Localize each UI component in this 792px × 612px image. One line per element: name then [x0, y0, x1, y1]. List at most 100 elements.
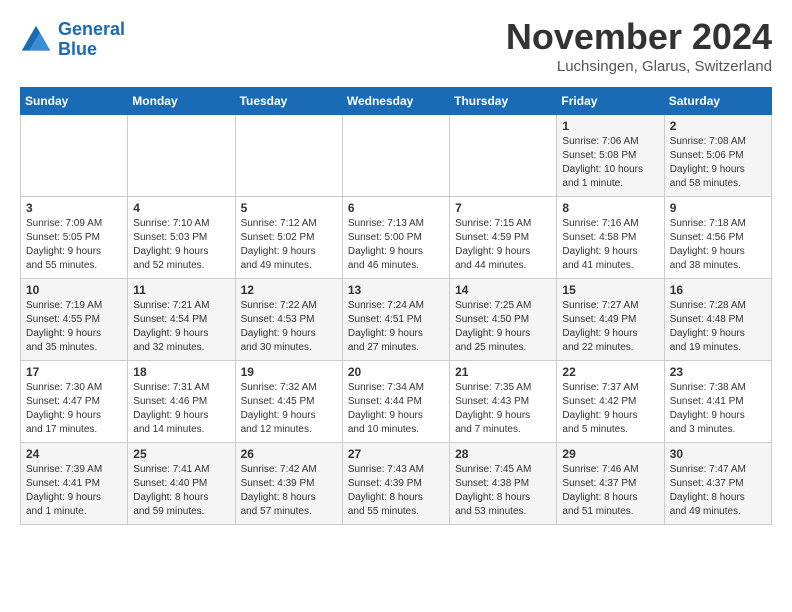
col-wednesday: Wednesday: [342, 88, 449, 115]
day-info: Sunrise: 7:45 AM Sunset: 4:38 PM Dayligh…: [455, 463, 551, 519]
location: Luchsingen, Glarus, Switzerland: [506, 58, 772, 75]
day-number: 16: [670, 283, 766, 297]
day-info: Sunrise: 7:25 AM Sunset: 4:50 PM Dayligh…: [455, 299, 551, 355]
day-number: 24: [26, 447, 122, 461]
day-number: 25: [133, 447, 229, 461]
day-number: 29: [562, 447, 658, 461]
cell-w2-d6: 16 Sunrise: 7:28 AM Sunset: 4:48 PM Dayli…: [664, 279, 771, 361]
cell-w3-d0: 17 Sunrise: 7:30 AM Sunset: 4:47 PM Dayli…: [21, 361, 128, 443]
col-sunday: Sunday: [21, 88, 128, 115]
day-info: Sunrise: 7:35 AM Sunset: 4:43 PM Dayligh…: [455, 381, 551, 437]
day-number: 14: [455, 283, 551, 297]
day-number: 20: [348, 365, 444, 379]
day-number: 7: [455, 201, 551, 215]
day-number: 2: [670, 119, 766, 133]
day-info: Sunrise: 7:41 AM Sunset: 4:40 PM Dayligh…: [133, 463, 229, 519]
day-number: 19: [241, 365, 337, 379]
logo-line1: General: [58, 19, 125, 39]
cell-w4-d1: 25 Sunrise: 7:41 AM Sunset: 4:40 PM Dayli…: [128, 443, 235, 525]
cell-w0-d3: [342, 115, 449, 197]
day-info: Sunrise: 7:39 AM Sunset: 4:41 PM Dayligh…: [26, 463, 122, 519]
day-number: 11: [133, 283, 229, 297]
day-number: 26: [241, 447, 337, 461]
cell-w2-d1: 11Sunrise: 7:21 AM Sunset: 4:54 PM Dayli…: [128, 279, 235, 361]
cell-w0-d0: [21, 115, 128, 197]
day-info: Sunrise: 7:42 AM Sunset: 4:39 PM Dayligh…: [241, 463, 337, 519]
day-number: 30: [670, 447, 766, 461]
day-number: 10: [26, 283, 122, 297]
day-info: Sunrise: 7:15 AM Sunset: 4:59 PM Dayligh…: [455, 217, 551, 273]
cell-w4-d4: 28 Sunrise: 7:45 AM Sunset: 4:38 PM Dayli…: [450, 443, 557, 525]
cell-w1-d4: 7 Sunrise: 7:15 AM Sunset: 4:59 PM Daylig…: [450, 197, 557, 279]
calendar-table: Sunday Monday Tuesday Wednesday Thursday…: [20, 87, 772, 525]
cell-w1-d3: 6 Sunrise: 7:13 AM Sunset: 5:00 PM Daylig…: [342, 197, 449, 279]
cell-w1-d2: 5 Sunrise: 7:12 AM Sunset: 5:02 PM Daylig…: [235, 197, 342, 279]
logo-icon: [20, 24, 52, 56]
col-thursday: Thursday: [450, 88, 557, 115]
cell-w0-d4: [450, 115, 557, 197]
day-info: Sunrise: 7:10 AM Sunset: 5:03 PM Dayligh…: [133, 217, 229, 273]
day-info: Sunrise: 7:22 AM Sunset: 4:53 PM Dayligh…: [241, 299, 337, 355]
day-info: Sunrise: 7:46 AM Sunset: 4:37 PM Dayligh…: [562, 463, 658, 519]
cell-w2-d2: 12Sunrise: 7:22 AM Sunset: 4:53 PM Dayli…: [235, 279, 342, 361]
cell-w4-d5: 29 Sunrise: 7:46 AM Sunset: 4:37 PM Dayli…: [557, 443, 664, 525]
day-number: 3: [26, 201, 122, 215]
page: General Blue November 2024 Luchsingen, G…: [0, 0, 792, 541]
col-tuesday: Tuesday: [235, 88, 342, 115]
cell-w1-d5: 8Sunrise: 7:16 AM Sunset: 4:58 PM Daylig…: [557, 197, 664, 279]
cell-w3-d5: 22Sunrise: 7:37 AM Sunset: 4:42 PM Dayli…: [557, 361, 664, 443]
day-number: 18: [133, 365, 229, 379]
day-number: 17: [26, 365, 122, 379]
cell-w3-d4: 21 Sunrise: 7:35 AM Sunset: 4:43 PM Dayli…: [450, 361, 557, 443]
header-row: Sunday Monday Tuesday Wednesday Thursday…: [21, 88, 772, 115]
cell-w3-d1: 18Sunrise: 7:31 AM Sunset: 4:46 PM Dayli…: [128, 361, 235, 443]
day-number: 4: [133, 201, 229, 215]
day-info: Sunrise: 7:28 AM Sunset: 4:48 PM Dayligh…: [670, 299, 766, 355]
cell-w4-d3: 27 Sunrise: 7:43 AM Sunset: 4:39 PM Dayli…: [342, 443, 449, 525]
col-friday: Friday: [557, 88, 664, 115]
cell-w2-d0: 10 Sunrise: 7:19 AM Sunset: 4:55 PM Dayli…: [21, 279, 128, 361]
cell-w3-d2: 19 Sunrise: 7:32 AM Sunset: 4:45 PM Dayli…: [235, 361, 342, 443]
week-row-1: 3 Sunrise: 7:09 AM Sunset: 5:05 PM Daylig…: [21, 197, 772, 279]
day-info: Sunrise: 7:47 AM Sunset: 4:37 PM Dayligh…: [670, 463, 766, 519]
cell-w0-d6: 2 Sunrise: 7:08 AM Sunset: 5:06 PM Daylig…: [664, 115, 771, 197]
cell-w3-d6: 23Sunrise: 7:38 AM Sunset: 4:41 PM Dayli…: [664, 361, 771, 443]
day-info: Sunrise: 7:19 AM Sunset: 4:55 PM Dayligh…: [26, 299, 122, 355]
cell-w0-d1: [128, 115, 235, 197]
day-number: 21: [455, 365, 551, 379]
day-number: 8: [562, 201, 658, 215]
day-info: Sunrise: 7:12 AM Sunset: 5:02 PM Dayligh…: [241, 217, 337, 273]
cell-w0-d2: [235, 115, 342, 197]
cell-w4-d0: 24 Sunrise: 7:39 AM Sunset: 4:41 PM Dayli…: [21, 443, 128, 525]
day-info: Sunrise: 7:24 AM Sunset: 4:51 PM Dayligh…: [348, 299, 444, 355]
cell-w2-d5: 15Sunrise: 7:27 AM Sunset: 4:49 PM Dayli…: [557, 279, 664, 361]
day-number: 27: [348, 447, 444, 461]
cell-w1-d1: 4 Sunrise: 7:10 AM Sunset: 5:03 PM Daylig…: [128, 197, 235, 279]
cell-w1-d6: 9 Sunrise: 7:18 AM Sunset: 4:56 PM Daylig…: [664, 197, 771, 279]
week-row-3: 17 Sunrise: 7:30 AM Sunset: 4:47 PM Dayli…: [21, 361, 772, 443]
cell-w0-d5: 1Sunrise: 7:06 AM Sunset: 5:08 PM Daylig…: [557, 115, 664, 197]
day-number: 6: [348, 201, 444, 215]
logo-line2: Blue: [58, 39, 97, 59]
day-number: 28: [455, 447, 551, 461]
logo: General Blue: [20, 20, 125, 60]
week-row-4: 24 Sunrise: 7:39 AM Sunset: 4:41 PM Dayli…: [21, 443, 772, 525]
cell-w4-d2: 26 Sunrise: 7:42 AM Sunset: 4:39 PM Dayli…: [235, 443, 342, 525]
day-info: Sunrise: 7:43 AM Sunset: 4:39 PM Dayligh…: [348, 463, 444, 519]
header: General Blue November 2024 Luchsingen, G…: [20, 16, 772, 75]
day-info: Sunrise: 7:34 AM Sunset: 4:44 PM Dayligh…: [348, 381, 444, 437]
day-info: Sunrise: 7:08 AM Sunset: 5:06 PM Dayligh…: [670, 135, 766, 191]
day-info: Sunrise: 7:09 AM Sunset: 5:05 PM Dayligh…: [26, 217, 122, 273]
title-block: November 2024 Luchsingen, Glarus, Switze…: [506, 16, 772, 75]
day-info: Sunrise: 7:18 AM Sunset: 4:56 PM Dayligh…: [670, 217, 766, 273]
day-number: 9: [670, 201, 766, 215]
day-info: Sunrise: 7:30 AM Sunset: 4:47 PM Dayligh…: [26, 381, 122, 437]
cell-w3-d3: 20 Sunrise: 7:34 AM Sunset: 4:44 PM Dayli…: [342, 361, 449, 443]
day-info: Sunrise: 7:38 AM Sunset: 4:41 PM Dayligh…: [670, 381, 766, 437]
cell-w2-d4: 14 Sunrise: 7:25 AM Sunset: 4:50 PM Dayli…: [450, 279, 557, 361]
day-info: Sunrise: 7:13 AM Sunset: 5:00 PM Dayligh…: [348, 217, 444, 273]
day-info: Sunrise: 7:32 AM Sunset: 4:45 PM Dayligh…: [241, 381, 337, 437]
day-number: 5: [241, 201, 337, 215]
cell-w4-d6: 30 Sunrise: 7:47 AM Sunset: 4:37 PM Dayli…: [664, 443, 771, 525]
day-number: 22: [562, 365, 658, 379]
